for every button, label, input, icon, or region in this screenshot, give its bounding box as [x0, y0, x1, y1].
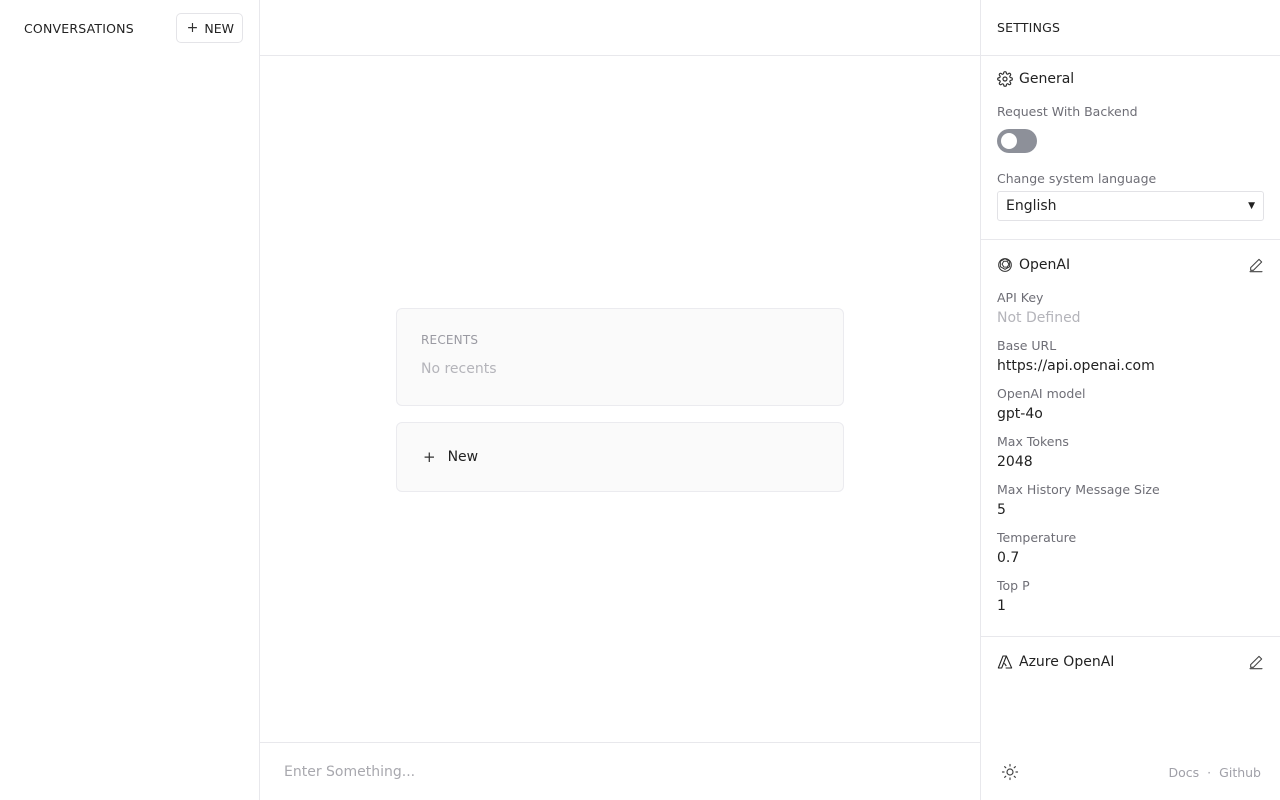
edit-azure-pencil-icon[interactable]: [1248, 654, 1264, 670]
settings-header: Settings: [981, 0, 1280, 56]
conversations-header: Conversations + New: [0, 0, 259, 56]
language-select[interactable]: English ▼: [997, 191, 1264, 221]
max-tokens-label: Max Tokens: [997, 434, 1069, 449]
openai-field: Max Tokens 2048: [997, 434, 1264, 470]
openai-field: Max History Message Size 5: [997, 482, 1264, 518]
openai-section-title: OpenAI: [1019, 257, 1071, 273]
model-value: gpt-4o: [997, 406, 1043, 422]
new-chat-label: New: [447, 449, 479, 465]
api-key-label: API Key: [997, 290, 1044, 305]
openai-field: Temperature 0.7: [997, 530, 1264, 566]
general-section-header: General: [997, 70, 1264, 88]
language-label: Change system language: [997, 171, 1157, 186]
conversations-title: Conversations: [24, 20, 134, 36]
general-section-title: General: [1019, 71, 1075, 87]
temperature-value: 0.7: [997, 550, 1020, 566]
main-panel: Recents No recents + New: [260, 0, 980, 800]
settings-panel: Settings General Request With Backend Ch…: [980, 0, 1280, 800]
caret-down-icon: ▼: [1248, 201, 1255, 211]
azure-section-title: Azure OpenAI: [1019, 654, 1115, 670]
toggle-knob: [1001, 133, 1017, 149]
new-chat-card[interactable]: + New: [396, 422, 844, 492]
docs-link[interactable]: Docs: [1169, 765, 1200, 780]
temperature-label: Temperature: [997, 530, 1077, 545]
github-link[interactable]: Github: [1219, 765, 1261, 780]
model-label: OpenAI model: [997, 386, 1086, 401]
recents-empty-text: No recents: [421, 361, 497, 377]
conversations-sidebar: Conversations + New: [0, 0, 260, 800]
language-selected-value: English: [1006, 198, 1057, 214]
top-p-value: 1: [997, 598, 1006, 614]
chat-input-bar: [260, 742, 980, 800]
plus-icon: +: [423, 448, 436, 466]
main-header: [260, 0, 980, 56]
recents-label: Recents: [421, 333, 479, 347]
settings-footer: Docs · Github: [981, 744, 1280, 800]
request-backend-label: Request With Backend: [997, 104, 1138, 119]
azure-section-header: Azure OpenAI: [997, 653, 1264, 671]
settings-title: Settings: [997, 20, 1061, 35]
base-url-value: https://api.openai.com: [997, 358, 1155, 374]
plus-icon: +: [186, 20, 199, 36]
recents-card: Recents No recents: [396, 308, 844, 406]
base-url-label: Base URL: [997, 338, 1057, 353]
app-root: Conversations + New Recents No recents +…: [0, 0, 1280, 800]
chat-input[interactable]: [284, 763, 956, 780]
api-key-value: Not Defined: [997, 310, 1081, 326]
footer-links: Docs · Github: [1169, 765, 1262, 780]
new-conversation-button[interactable]: + New: [175, 13, 243, 43]
edit-openai-pencil-icon[interactable]: [1248, 257, 1264, 273]
general-section: General Request With Backend Change syst…: [981, 56, 1280, 240]
openai-field: Top P 1: [997, 578, 1264, 614]
new-conversation-label: New: [204, 20, 234, 36]
link-separator: ·: [1207, 764, 1212, 780]
openai-logo-icon: [997, 257, 1013, 273]
max-history-value: 5: [997, 502, 1006, 518]
top-p-label: Top P: [997, 578, 1030, 593]
gear-icon: [997, 71, 1013, 87]
openai-section: OpenAI API Key Not Defined Base URL http…: [981, 240, 1280, 637]
azure-section: Azure OpenAI: [981, 637, 1280, 687]
openai-field: API Key Not Defined: [997, 290, 1264, 326]
azure-logo-icon: [997, 654, 1013, 670]
request-backend-toggle[interactable]: [997, 129, 1037, 153]
max-tokens-value: 2048: [997, 454, 1033, 470]
openai-field: OpenAI model gpt-4o: [997, 386, 1264, 422]
max-history-label: Max History Message Size: [997, 482, 1160, 497]
openai-section-header: OpenAI: [997, 256, 1264, 274]
openai-field: Base URL https://api.openai.com: [997, 338, 1264, 374]
sun-icon[interactable]: [1001, 763, 1019, 781]
